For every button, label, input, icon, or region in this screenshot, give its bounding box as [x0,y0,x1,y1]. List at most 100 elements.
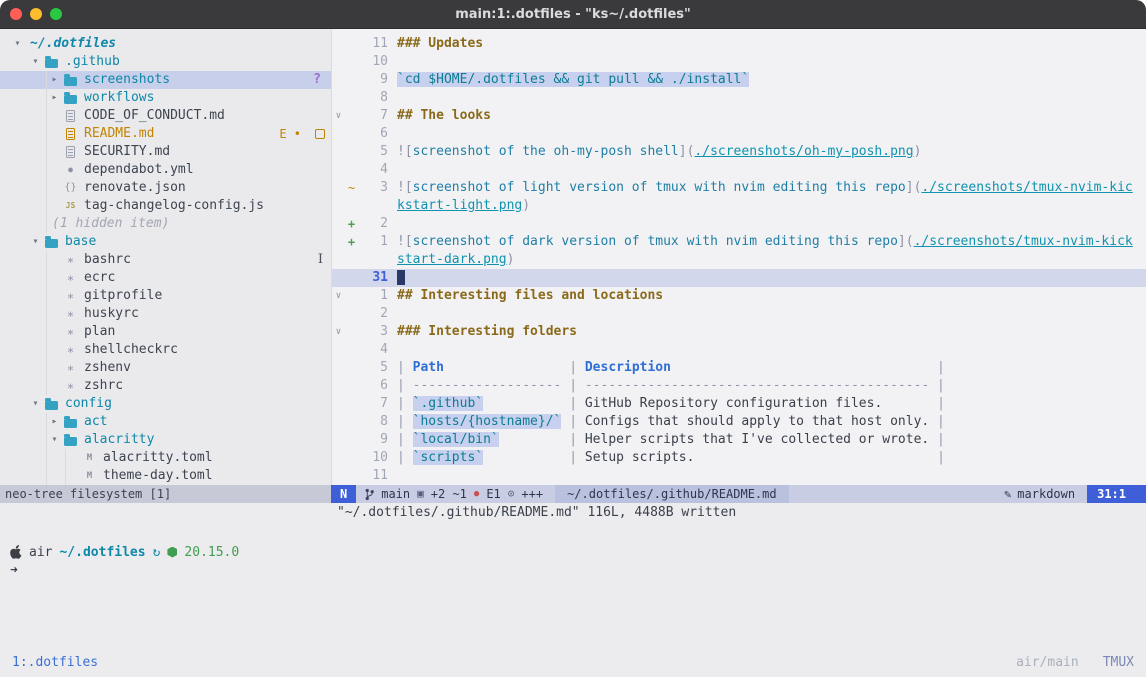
tree-item-zshrc[interactable]: ∗zshrc [0,377,331,395]
fold-marker-icon[interactable]: ∨ [332,323,345,341]
line-text: ![screenshot of the oh-my-posh shell](./… [397,143,1146,161]
whitespace-icon: ⊙ [508,485,515,503]
expander-icon[interactable]: ▾ [10,35,25,53]
editor-line[interactable]: 10| `scripts` | Setup scripts. | [332,449,1146,467]
shell-file-icon: ∗ [62,287,79,305]
tree-item-zshenv[interactable]: ∗zshenv [0,359,331,377]
git-sign [345,35,358,53]
tree-item-github[interactable]: ▾.github [0,53,331,71]
tree-guide [28,107,47,125]
tree-item-tag-changelog-config-js[interactable]: JStag-changelog-config.js [0,197,331,215]
editor-line[interactable]: kstart-light.png) [332,197,1146,215]
expander-icon[interactable]: ▾ [47,431,62,449]
tree-item-dependabot-yml[interactable]: ●dependabot.yml [0,161,331,179]
tree-item-gitprofile[interactable]: ∗gitprofile [0,287,331,305]
line-number: 5 [358,359,397,377]
mouse-ibeam-cursor: I [318,251,323,269]
tree-guide [28,305,47,323]
editor-line[interactable]: 8| `hosts/{hostname}/` | Configs that sh… [332,413,1146,431]
folder-icon [43,53,60,71]
tree-item-1-hidden-item[interactable]: (1 hidden item) [0,215,331,233]
zoom-button[interactable] [50,8,62,20]
shell-area[interactable]: air ~/.dotfiles ↻ 20.15.0 ➜ [0,522,1146,647]
tree-item-alacritty-toml[interactable]: Malacritty.toml [0,449,331,467]
line-text: ## The looks [397,107,1146,125]
editor-line[interactable]: 5| Path | Description | [332,359,1146,377]
line-number: 3 [358,179,397,197]
js-file-icon: JS [62,197,79,215]
editor-lines: 11### Updates109`cd $HOME/.dotfiles && g… [332,35,1146,485]
editor-line[interactable]: start-dark.png) [332,251,1146,269]
neotree-sidebar: ▾~/.dotfiles▾.github▸screenshots?▸workfl… [0,29,331,485]
minimize-button[interactable] [30,8,42,20]
expander-icon[interactable]: ▸ [47,89,62,107]
tree-item-renovate-json[interactable]: {}renovate.json [0,179,331,197]
expander-icon[interactable]: ▸ [47,71,62,89]
expander-icon[interactable]: ▾ [28,53,43,71]
fold-marker-icon[interactable]: ∨ [332,107,345,125]
shell-prompt-line: air ~/.dotfiles ↻ 20.15.0 [10,543,1146,561]
editor-line[interactable]: +1![screenshot of dark version of tmux w… [332,233,1146,251]
fold-marker-icon [332,161,345,179]
tree-item-screenshots[interactable]: ▸screenshots? [0,71,331,89]
git-sign [345,269,358,287]
tree-guide [28,89,47,107]
editor-line[interactable]: 2 [332,305,1146,323]
text-cursor [397,270,405,285]
tree-item-bashrc[interactable]: ∗bashrcI [0,251,331,269]
editor-line[interactable]: 7| `.github` | GitHub Repository configu… [332,395,1146,413]
close-button[interactable] [10,8,22,20]
expander-icon[interactable]: ▸ [47,413,62,431]
editor-pane[interactable]: 11### Updates109`cd $HOME/.dotfiles && g… [331,29,1146,485]
editor-line[interactable]: 8 [332,89,1146,107]
editor-line[interactable]: ~3![screenshot of light version of tmux … [332,179,1146,197]
tree-item-act[interactable]: ▸act [0,413,331,431]
tree-item-security-md[interactable]: SECURITY.md [0,143,331,161]
editor-line[interactable]: 11 [332,467,1146,485]
editor-line[interactable]: 11### Updates [332,35,1146,53]
tree-item-theme-day-toml[interactable]: Mtheme-day.toml [0,467,331,485]
tree-item-alacritty[interactable]: ▾alacritty [0,431,331,449]
tree-item-shellcheckrc[interactable]: ∗shellcheckrc [0,341,331,359]
tree-item-workflows[interactable]: ▸workflows [0,89,331,107]
tree-item-readme-md[interactable]: README.mdE • [0,125,331,143]
host-label: air [29,545,52,560]
editor-line[interactable]: ∨1## Interesting files and locations [332,287,1146,305]
tree-item-config[interactable]: ▾config [0,395,331,413]
tree-item-huskyrc[interactable]: ∗huskyrc [0,305,331,323]
fold-marker-icon [332,305,345,323]
line-text: ![screenshot of light version of tmux wi… [397,179,1146,197]
editor-line[interactable]: 4 [332,161,1146,179]
editor-line[interactable]: 10 [332,53,1146,71]
expander-icon[interactable]: ▾ [28,233,43,251]
tree-guide [28,449,47,467]
tree-item-dotfiles[interactable]: ▾~/.dotfiles [0,35,331,53]
tree-item-label: dependabot.yml [84,161,194,179]
editor-line[interactable]: ∨3### Interesting folders [332,323,1146,341]
editor-line[interactable]: 5![screenshot of the oh-my-posh shell](.… [332,143,1146,161]
tree-item-label: base [65,233,96,251]
expander-icon[interactable]: ▾ [28,395,43,413]
editor-line[interactable]: 9| `local/bin` | Helper scripts that I'v… [332,431,1146,449]
tmux-window-label[interactable]: 1:.dotfiles [12,655,98,670]
editor-line[interactable]: 6| ------------------- | ---------------… [332,377,1146,395]
tree-guide [28,269,47,287]
editor-line[interactable]: 6 [332,125,1146,143]
shell-input-line[interactable]: ➜ [10,563,1146,581]
editor-line[interactable]: +2 [332,215,1146,233]
tree-item-code-of-conduct-md[interactable]: CODE_OF_CONDUCT.md [0,107,331,125]
tree-item-plan[interactable]: ∗plan [0,323,331,341]
editor-line[interactable]: ∨7## The looks [332,107,1146,125]
line-number: 6 [358,377,397,395]
editor-line[interactable]: 31 [332,269,1146,287]
fold-marker-icon[interactable]: ∨ [332,287,345,305]
tree-item-label: renovate.json [84,179,186,197]
tree-item-ecrc[interactable]: ∗ecrc [0,269,331,287]
line-text: | ------------------- | ----------------… [397,377,1146,395]
editor-line[interactable]: 9`cd $HOME/.dotfiles && git pull && ./in… [332,71,1146,89]
nvim-statusline: N main ▣ +2 ~1 ● E1 ⊙ +++ ~/.dotfiles/.g… [331,485,1146,503]
editor-line[interactable]: 4 [332,341,1146,359]
prompt-arrow: ➜ [10,563,18,578]
tree-item-base[interactable]: ▾ base [0,233,331,251]
git-untracked-badge: ? [313,71,321,89]
